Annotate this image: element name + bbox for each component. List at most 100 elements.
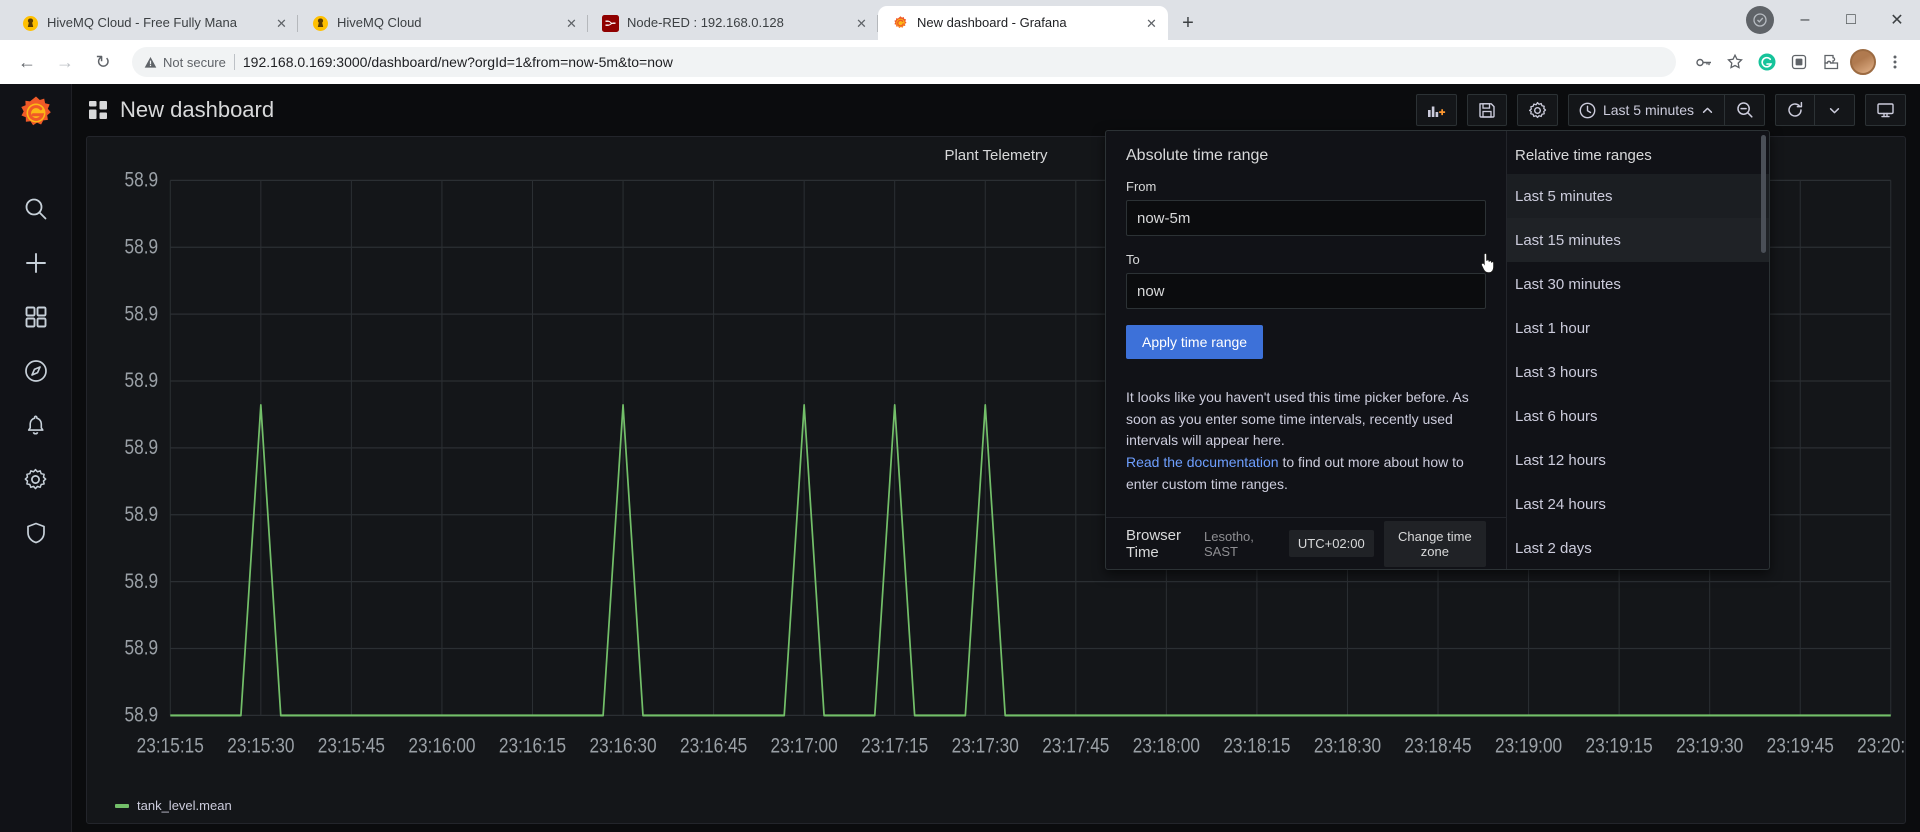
apply-time-range-button[interactable]: Apply time range [1126,325,1264,359]
browser-time-label: Browser Time [1126,526,1182,561]
x-axis-tick-label: 23:16:45 [680,735,747,758]
y-axis-tick-label: 58.9 [125,169,159,192]
help-paragraph: It looks like you haven't used this time… [1126,389,1469,449]
password-key-icon[interactable] [1688,47,1718,77]
x-axis-tick-label: 23:15:45 [318,735,385,758]
refresh-interval-chevron-icon[interactable] [1815,94,1855,126]
relative-list-scrollbar[interactable] [1761,135,1766,253]
close-icon[interactable]: ✕ [853,15,870,32]
x-axis-tick-label: 23:15:15 [137,735,204,758]
maximize-button[interactable]: □ [1828,0,1874,40]
browser-tab-3[interactable]: Node-RED : 192.168.0.128 ✕ [588,6,878,40]
kebab-menu-icon[interactable] [1880,47,1910,77]
extensions-icon[interactable] [1816,47,1846,77]
y-axis-tick-label: 58.9 [125,303,159,326]
relative-range-item[interactable]: Last 3 hours [1507,350,1769,394]
new-tab-button[interactable]: + [1174,9,1202,37]
bookmark-star-icon[interactable] [1720,47,1750,77]
close-icon[interactable]: ✕ [563,15,580,32]
alerting-bell-icon[interactable] [13,402,59,448]
settings-gear-icon[interactable] [1516,94,1558,126]
x-axis-tick-label: 23:19:30 [1676,735,1743,758]
profile-avatar[interactable] [1850,49,1876,75]
close-icon[interactable]: ✕ [1143,15,1160,32]
read-documentation-link[interactable]: Read the documentation [1126,454,1279,470]
relative-range-item[interactable]: Last 1 hour [1507,306,1769,350]
security-indicator[interactable]: Not secure [144,55,226,70]
change-time-zone-button[interactable]: Change time zone [1383,520,1486,567]
time-range-controls: Last 5 minutes [1567,94,1765,126]
grafana-logo[interactable] [16,94,56,134]
add-panel-icon[interactable] [1415,94,1457,126]
relative-time-ranges-heading: Relative time ranges [1515,147,1652,164]
browser-tab-title: HiveMQ Cloud - Free Fully Mana [47,15,237,30]
back-button[interactable]: ← [10,45,44,79]
hivemq-icon [22,15,39,32]
relative-range-item[interactable]: Last 15 minutes [1507,218,1769,262]
refresh-controls [1775,94,1855,126]
close-window-button[interactable]: ✕ [1874,0,1920,40]
browser-tab-2[interactable]: HiveMQ Cloud ✕ [298,6,588,40]
absolute-time-range-heading: Absolute time range [1126,147,1269,164]
browser-tab-title: Node-RED : 192.168.0.128 [627,15,784,30]
explore-compass-icon[interactable] [13,348,59,394]
chevron-up-icon [1701,104,1714,117]
close-icon[interactable]: ✕ [273,15,290,32]
create-plus-icon[interactable] [13,240,59,286]
utc-offset-badge: UTC+02:00 [1288,530,1374,557]
relative-range-item[interactable]: Last 5 minutes [1507,174,1769,218]
grafana-content: New dashboard Last 5 minutes Plant Telem… [72,84,1920,832]
time-picker-help-text: It looks like you haven't used this time… [1126,387,1486,495]
to-input[interactable] [1126,273,1486,309]
relative-range-item[interactable]: Last 6 hours [1507,394,1769,438]
warning-triangle-icon [144,56,157,69]
address-bar[interactable]: Not secure 192.168.0.169:3000/dashboard/… [132,47,1676,77]
dashboard-title-group: New dashboard [88,97,274,123]
relative-range-item[interactable]: Last 12 hours [1507,438,1769,482]
time-picker-popover: Absolute time range From To Apply time r… [1105,130,1770,570]
hivemq-icon [312,15,329,32]
grammarly-icon[interactable] [1752,47,1782,77]
dashboards-grid-icon[interactable] [13,294,59,340]
forward-button[interactable]: → [48,45,82,79]
relative-range-item[interactable]: Last 24 hours [1507,482,1769,526]
save-disk-icon[interactable] [1466,94,1507,126]
y-axis-tick-label: 58.9 [125,704,159,727]
configuration-gear-icon[interactable] [13,456,59,502]
search-icon[interactable] [13,186,59,232]
x-axis-tick-label: 23:17:30 [952,735,1019,758]
zoom-out-icon[interactable] [1725,94,1765,126]
minimize-button[interactable]: – [1782,0,1828,40]
time-range-picker-button[interactable]: Last 5 minutes [1567,94,1725,126]
relative-range-item[interactable]: Last 2 days [1507,526,1769,569]
browser-time-zone: Lesotho, SAST [1204,528,1254,559]
extension-badge-icon[interactable] [1746,6,1774,34]
server-admin-shield-icon[interactable] [13,510,59,556]
browser-tab-1[interactable]: HiveMQ Cloud - Free Fully Mana ✕ [8,6,298,40]
x-axis-tick-label: 23:18:15 [1223,735,1290,758]
browser-tab-title: New dashboard - Grafana [917,15,1067,30]
relative-range-label: Last 30 minutes [1515,275,1621,293]
clock-icon [1579,102,1596,119]
reload-button[interactable]: ↻ [86,45,120,79]
y-axis-tick-label: 58.9 [125,370,159,393]
dashboard-header: New dashboard Last 5 minutes [72,84,1920,136]
grafana-icon [892,15,909,32]
extension-puzzle-icon[interactable] [1784,47,1814,77]
grafana-sidebar [0,84,72,832]
legend-series-label[interactable]: tank_level.mean [137,798,232,813]
url-text: 192.168.0.169:3000/dashboard/new?orgId=1… [242,54,673,70]
x-axis-tick-label: 23:19:15 [1586,735,1653,758]
relative-time-ranges-list[interactable]: Last 5 minutes Last 15 minutes Last 30 min… [1507,174,1769,569]
refresh-icon[interactable] [1775,94,1815,126]
x-axis-tick-label: 23:18:00 [1133,735,1200,758]
relative-range-label: Last 24 hours [1515,495,1606,513]
browser-tabstrip: HiveMQ Cloud - Free Fully Mana ✕ HiveMQ … [0,0,1920,40]
x-axis-tick-label: 23:17:00 [771,735,838,758]
from-input[interactable] [1126,200,1486,236]
browser-toolbar: ← → ↻ Not secure 192.168.0.169:3000/dash… [0,40,1920,84]
relative-range-item[interactable]: Last 30 minutes [1507,262,1769,306]
tv-kiosk-icon[interactable] [1865,94,1906,126]
browser-tab-4-active[interactable]: New dashboard - Grafana ✕ [878,6,1168,40]
security-label: Not secure [163,54,226,70]
